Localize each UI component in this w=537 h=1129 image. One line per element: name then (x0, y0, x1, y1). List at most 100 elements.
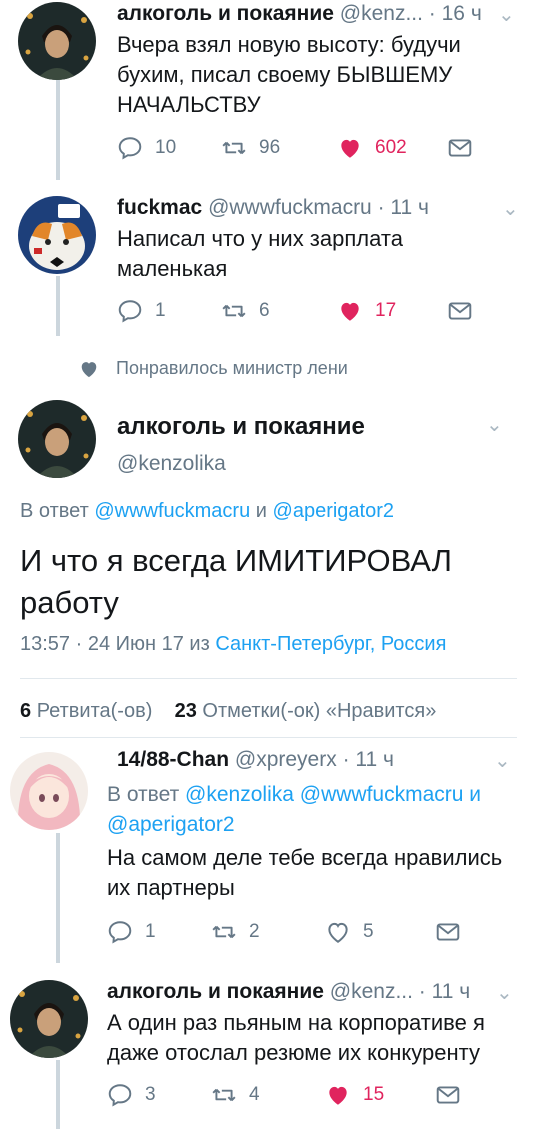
message-button[interactable] (447, 297, 485, 325)
message-button[interactable] (435, 1081, 473, 1109)
like-button[interactable]: 602 (337, 134, 407, 162)
tweet-header: 14/88-Chan @xpreyerx · 11 ч (117, 748, 394, 772)
retweet-icon (212, 1088, 236, 1102)
mention-link[interactable]: @kenzolika (185, 783, 294, 806)
reply-button[interactable]: 3 (107, 1081, 156, 1109)
handle[interactable]: @wwwfuckmacru (208, 196, 372, 219)
divider (20, 678, 517, 679)
thread-line (56, 1060, 60, 1129)
tweet-text: Написал что у них зарплата маленькая (117, 226, 403, 281)
avatar-image (18, 400, 96, 478)
like-button[interactable]: 17 (337, 297, 396, 325)
thread-line (56, 833, 60, 963)
reply-context: В ответ @kenzolika @wwwfuckmacru и @aper… (107, 780, 517, 840)
envelope-icon (448, 139, 472, 157)
timestamp[interactable]: · 16 ч (429, 2, 482, 25)
likes-stat[interactable]: 23 Отметки(-ок) «Нравится» (175, 700, 437, 722)
like-count: 17 (375, 300, 397, 321)
reply-button[interactable]: 10 (117, 134, 176, 162)
tweet-actions: 3 4 15 (107, 1081, 467, 1109)
chevron-down-icon[interactable]: ⌄ (502, 196, 519, 221)
avatar-image (18, 196, 96, 274)
retweets-stat[interactable]: 6 Ретвита(-ов) (20, 700, 152, 722)
retweet-icon (222, 304, 246, 318)
reply-and: и (255, 500, 267, 522)
reply-and: и (469, 783, 482, 806)
heart-filled-icon (341, 302, 359, 321)
avatar[interactable] (18, 400, 96, 478)
reply-icon (108, 921, 132, 944)
handle[interactable]: @kenz... (330, 980, 413, 1003)
display-name[interactable]: алкоголь и покаяние (117, 2, 334, 25)
avatar-image (10, 752, 88, 830)
message-button[interactable] (435, 918, 473, 946)
tweet-header: алкоголь и покаяние @kenz... · 11 ч (107, 980, 470, 1004)
tweet-text: Вчера взял новую высоту: будучи бухим, п… (117, 32, 461, 117)
retweet-button[interactable]: 4 (211, 1081, 260, 1109)
like-count: 15 (363, 1084, 385, 1105)
retweet-count: 4 (249, 1084, 260, 1105)
handle[interactable]: @xpreyerx (235, 748, 337, 771)
envelope-icon (448, 302, 472, 320)
avatar[interactable] (10, 752, 88, 830)
tweet-text: И что я всегда ИМИТИРОВАЛ работу (20, 543, 452, 620)
retweet-count: 96 (259, 137, 281, 158)
tweet-header: алкоголь и покаяние @kenz... · 16 ч (117, 2, 482, 26)
display-name[interactable]: 14/88-Chan (117, 748, 229, 771)
heart-filled-icon (329, 1086, 347, 1105)
chevron-down-icon[interactable]: ⌄ (494, 748, 511, 773)
avatar[interactable] (10, 980, 88, 1058)
thread-line (56, 80, 60, 180)
tweet-text: А один раз пьяным на корпоративе я даже … (107, 1010, 485, 1065)
tweet-timestamp[interactable]: 13:57 · 24 Июн 17 из (20, 633, 210, 655)
reply-icon (108, 1084, 132, 1107)
retweets-count: 6 (20, 700, 32, 722)
retweet-button[interactable]: 96 (221, 134, 280, 162)
avatar[interactable] (18, 196, 96, 274)
like-count: 5 (363, 921, 374, 942)
tweet-header: fuckmac @wwwfuckmacru · 11 ч (117, 196, 429, 220)
mention-link[interactable]: @wwwfuckmacru (94, 500, 250, 522)
reply-context: В ответ @wwwfuckmacru и @aperigator2 (20, 500, 394, 523)
timestamp[interactable]: · 11 ч (378, 196, 429, 219)
mention-link[interactable]: @wwwfuckmacru (300, 783, 464, 806)
tweet-actions: 1 6 17 (117, 297, 477, 325)
like-button[interactable]: 5 (325, 918, 374, 946)
message-button[interactable] (447, 134, 485, 162)
retweet-count: 2 (249, 921, 260, 942)
avatar[interactable] (18, 2, 96, 80)
timestamp[interactable]: · 11 ч (419, 980, 470, 1003)
display-name[interactable]: алкоголь и покаяние (107, 980, 324, 1003)
retweet-button[interactable]: 6 (221, 297, 270, 325)
heart-filled-icon (341, 139, 359, 158)
tweet-text: На самом деле тебе всегда нравились их п… (107, 845, 503, 900)
mention-link[interactable]: @aperigator2 (273, 500, 394, 522)
heart-icon (81, 361, 97, 377)
reply-prefix: В ответ (20, 500, 89, 522)
envelope-icon (436, 923, 460, 941)
handle[interactable]: @kenzolika (117, 452, 226, 476)
retweets-label: Ретвита(-ов) (36, 700, 153, 722)
reply-button[interactable]: 1 (117, 297, 166, 325)
reply-prefix: В ответ (107, 783, 180, 806)
reply-button[interactable]: 1 (107, 918, 156, 946)
timestamp[interactable]: · 11 ч (343, 748, 394, 771)
reply-icon (118, 137, 142, 160)
chevron-down-icon[interactable]: ⌄ (498, 2, 515, 27)
chevron-down-icon[interactable]: ⌄ (496, 980, 513, 1005)
envelope-icon (436, 1086, 460, 1104)
mention-link[interactable]: @aperigator2 (107, 813, 235, 836)
handle[interactable]: @kenz... (340, 2, 423, 25)
display-name[interactable]: алкоголь и покаяние (117, 413, 365, 441)
like-button[interactable]: 15 (325, 1081, 384, 1109)
likes-count: 23 (174, 700, 197, 722)
chevron-down-icon[interactable]: ⌄ (486, 412, 503, 437)
liked-by-notice[interactable]: Понравилось министр лени (78, 358, 348, 379)
reply-count: 10 (155, 137, 177, 158)
location-link[interactable]: Санкт-Петербург, Россия (215, 633, 446, 655)
retweet-button[interactable]: 2 (211, 918, 260, 946)
display-name[interactable]: fuckmac (117, 196, 202, 219)
reply-icon (118, 300, 142, 323)
avatar-image (10, 980, 88, 1058)
engagement-stats: 6 Ретвита(-ов) 23 Отметки(-ок) «Нравится… (20, 700, 436, 723)
